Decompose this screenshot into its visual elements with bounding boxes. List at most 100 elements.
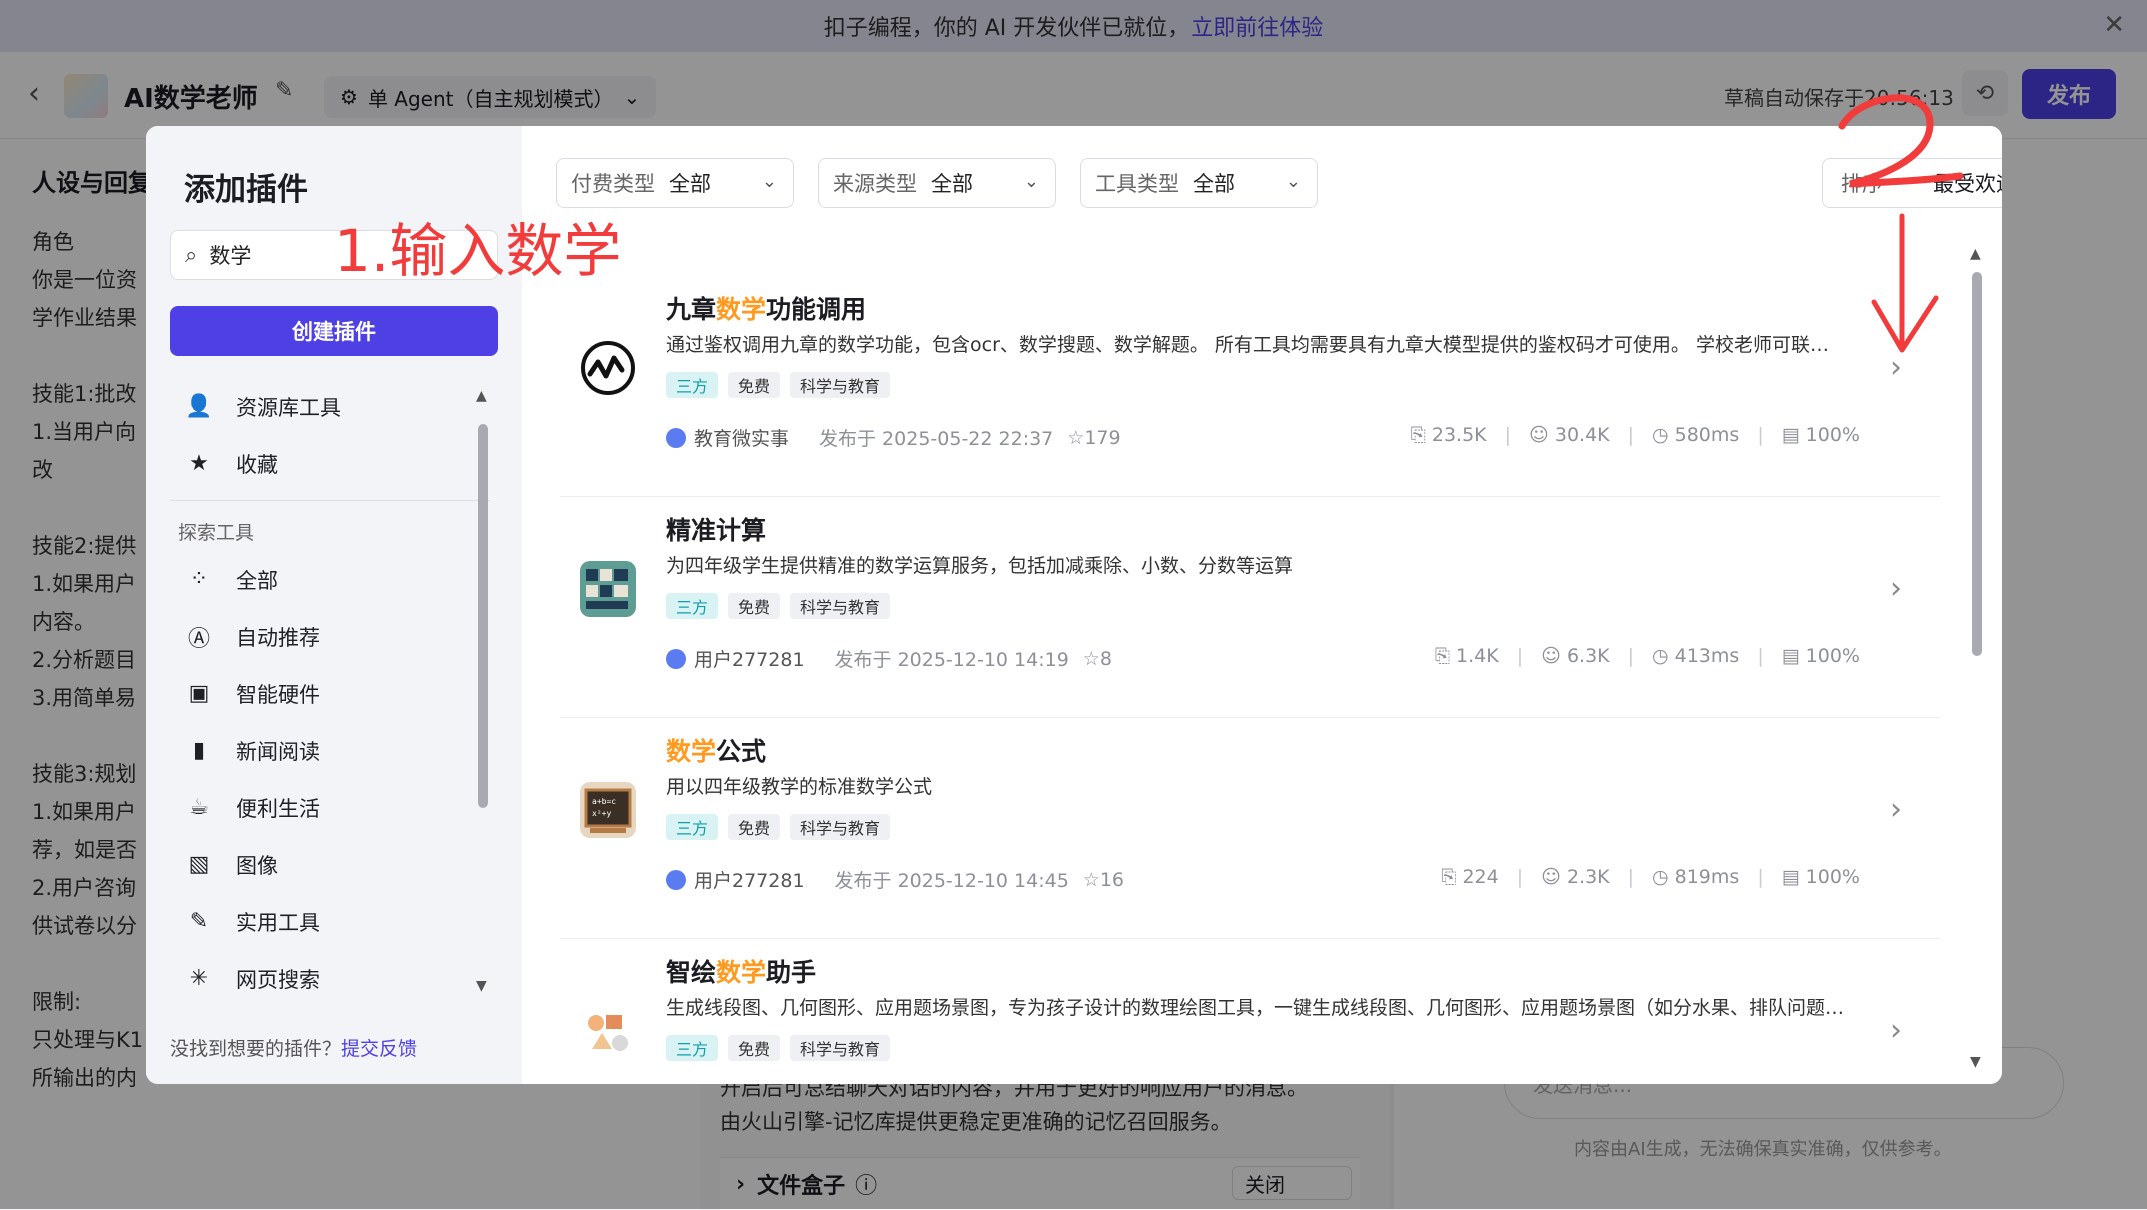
sidebar-item-label: 资源库工具 bbox=[236, 395, 341, 420]
plugin-tags: 三方 免费 科学与教育 bbox=[666, 372, 891, 398]
plugin-author[interactable]: 教育微实事 bbox=[694, 424, 789, 451]
plugin-description: 为四年级学生提供精准的数学运算服务，包括加减乘除、小数、分数等运算 bbox=[666, 555, 1294, 577]
plugin-tags: 三方 免费 科学与教育 bbox=[666, 593, 891, 619]
annotation-step1: 1.输入数学 bbox=[334, 217, 622, 285]
nav-divider bbox=[170, 500, 490, 501]
chevron-right-icon[interactable]: › bbox=[1890, 571, 1902, 606]
modal-title: 添加插件 bbox=[184, 172, 308, 208]
plugin-author[interactable]: 用户277281 bbox=[694, 866, 805, 893]
star-icon[interactable]: ☆ bbox=[1083, 869, 1100, 891]
filter-pay-type[interactable]: 付费类型 全部 ⌄ bbox=[556, 158, 794, 208]
plugin-tag: 科学与教育 bbox=[790, 1035, 891, 1061]
plugin-card[interactable]: 精准计算为四年级学生提供精准的数学运算服务，包括加减乘除、小数、分数等运算三方免… bbox=[560, 497, 1940, 718]
filter-value: 全部 bbox=[1193, 172, 1235, 196]
stat-separator: | bbox=[1516, 645, 1524, 667]
star-icon[interactable]: ☆ bbox=[1083, 648, 1100, 670]
plugin-stat-success: 100% bbox=[1805, 866, 1860, 888]
sidebar-scroll-thumb[interactable] bbox=[478, 424, 488, 808]
svg-text:a+b=c: a+b=c bbox=[592, 797, 616, 806]
stat-separator: | bbox=[1627, 424, 1635, 446]
plugin-tag: 科学与教育 bbox=[790, 593, 891, 619]
filter-label: 付费类型 bbox=[571, 172, 655, 196]
plugin-stat-runs: 224 bbox=[1462, 866, 1499, 888]
plugin-stat-runs: 1.4K bbox=[1456, 645, 1499, 667]
plugin-tag: 三方 bbox=[666, 593, 719, 619]
author-avatar-icon bbox=[666, 427, 686, 448]
sidebar-item-wrench[interactable]: ✎ 实用工具 bbox=[170, 893, 490, 950]
stat-separator: | bbox=[1757, 645, 1764, 667]
plugin-published: 发布于 2025-05-22 22:37 bbox=[819, 428, 1054, 450]
list-scrollbar[interactable]: ▲ ▼ bbox=[1970, 246, 1984, 1076]
filter-tool-type[interactable]: 工具类型 全部 ⌄ bbox=[1080, 158, 1318, 208]
star-icon: ★ bbox=[189, 451, 209, 476]
filter-value: 全部 bbox=[669, 172, 711, 196]
plugin-tag: 免费 bbox=[728, 814, 781, 840]
feedback-link[interactable]: 提交反馈 bbox=[341, 1038, 417, 1060]
chip-icon: ▣ bbox=[188, 681, 210, 706]
bot-icon: ☺ bbox=[1541, 645, 1561, 667]
filter-value: 全部 bbox=[931, 172, 973, 196]
sidebar-item-label: 便利生活 bbox=[236, 796, 320, 821]
plugin-name[interactable]: 九章数学功能调用 bbox=[666, 290, 866, 326]
clock-icon: ◷ bbox=[1652, 866, 1669, 888]
sidebar-scrollbar[interactable]: ▲ ▼ bbox=[476, 388, 490, 998]
plugin-stats: ⎘ 224 | ☺ 2.3K | ◷ 819ms | ▤ 100% bbox=[1441, 866, 1860, 888]
plugin-name[interactable]: 智绘数学助手 bbox=[666, 953, 816, 989]
plugin-description: 通过鉴权调用九章的数学功能，包含ocr、数学搜题、数学解题。 所有工具均需要具有… bbox=[666, 334, 1846, 356]
chevron-down-icon: ⌄ bbox=[761, 171, 777, 192]
image-icon: ▧ bbox=[188, 852, 210, 877]
sidebar-item-chip[interactable]: ▣ 智能硬件 bbox=[170, 665, 490, 722]
star-icon[interactable]: ☆ bbox=[1067, 427, 1084, 449]
sidebar-item-star[interactable]: ★ 收藏 bbox=[170, 435, 490, 492]
plugin-name-prefix: 精准计算 bbox=[666, 516, 767, 545]
plugin-meta: 教育微实事 发布于 2025-05-22 22:37 ☆ 179 bbox=[666, 424, 1121, 451]
plugin-tag: 免费 bbox=[728, 593, 781, 619]
ai-icon: Ⓐ bbox=[187, 626, 210, 652]
sidebar-item-label: 新闻阅读 bbox=[236, 739, 320, 764]
chevron-down-icon: ⌄ bbox=[1285, 171, 1301, 192]
bot-icon: ☺ bbox=[1529, 424, 1549, 446]
filter-source-type[interactable]: 来源类型 全部 ⌄ bbox=[818, 158, 1056, 208]
wrench-icon: ✎ bbox=[189, 909, 209, 934]
stat-separator: | bbox=[1516, 866, 1524, 888]
plugin-name[interactable]: 数学公式 bbox=[666, 732, 766, 768]
create-plugin-button[interactable]: 创建插件 bbox=[170, 306, 498, 356]
plugin-name[interactable]: 精准计算 bbox=[666, 511, 766, 547]
sidebar-item-network[interactable]: ✳ 网页搜索 bbox=[170, 950, 490, 1007]
plugin-name-prefix: 智绘 bbox=[666, 958, 717, 987]
sidebar-item-label: 全部 bbox=[236, 568, 278, 593]
chevron-right-icon[interactable]: › bbox=[1890, 792, 1902, 827]
plugin-published: 发布于 2025-12-10 14:45 bbox=[834, 870, 1069, 892]
sidebar-item-ai[interactable]: Ⓐ 自动推荐 bbox=[170, 608, 490, 665]
scroll-down-icon[interactable]: ▼ bbox=[1970, 1054, 1981, 1070]
plugin-card[interactable]: 智绘数学助手 生成线段图、几何图形、应用题场景图，专为孩子设计的数理绘图工具，一键… bbox=[560, 939, 1940, 1084]
annotation-step2: 2 bbox=[1838, 94, 1964, 353]
sidebar-item-label: 网页搜索 bbox=[236, 967, 320, 992]
sidebar-item-image[interactable]: ▧ 图像 bbox=[170, 836, 490, 893]
author-avatar-icon bbox=[666, 869, 686, 890]
plugin-stat-bots: 2.3K bbox=[1566, 866, 1610, 888]
sidebar-item-grid[interactable]: ⁘ 全部 bbox=[170, 551, 490, 608]
bot-icon: ☺ bbox=[1541, 866, 1561, 888]
chevron-right-icon[interactable]: › bbox=[1890, 1013, 1902, 1048]
plugin-logo bbox=[580, 340, 636, 396]
plugin-tags: 三方 免费 科学与教育 bbox=[666, 1035, 891, 1061]
plugin-card[interactable]: 九章数学功能调用通过鉴权调用九章的数学功能，包含ocr、数学搜题、数学解题。 所… bbox=[560, 276, 1940, 497]
plugin-name-suffix: 功能调用 bbox=[766, 295, 867, 324]
author-avatar-icon bbox=[666, 648, 686, 669]
sidebar-item-label: 收藏 bbox=[236, 452, 278, 477]
plugin-logo: a+b=c x²+y bbox=[580, 782, 636, 838]
chevron-down-icon: ⌄ bbox=[1023, 171, 1039, 192]
sidebar-item-cup[interactable]: ☕ 便利生活 bbox=[170, 779, 490, 836]
scroll-up-icon[interactable]: ▲ bbox=[476, 388, 487, 404]
sidebar-item-book[interactable]: ▮ 新闻阅读 bbox=[170, 722, 490, 779]
plugin-name-highlight: 数学 bbox=[716, 958, 767, 987]
plugin-author[interactable]: 用户277281 bbox=[694, 645, 805, 672]
plugin-tag: 免费 bbox=[728, 372, 781, 398]
plugin-meta: 用户277281 发布于 2025-12-10 14:45 ☆ 16 bbox=[666, 866, 1124, 893]
scroll-down-icon[interactable]: ▼ bbox=[476, 978, 487, 994]
plugin-stats: ⎘ 23.5K | ☺ 30.4K | ◷ 580ms | ▤ 100% bbox=[1411, 424, 1860, 446]
plugin-card[interactable]: a+b=c x²+y 数学公式 用以四年级教学的标准数学公式 三方 免费 科学与教育 用户27… bbox=[560, 718, 1940, 939]
stat-separator: | bbox=[1627, 645, 1635, 667]
sidebar-item-person[interactable]: 👤 资源库工具 bbox=[170, 378, 490, 435]
